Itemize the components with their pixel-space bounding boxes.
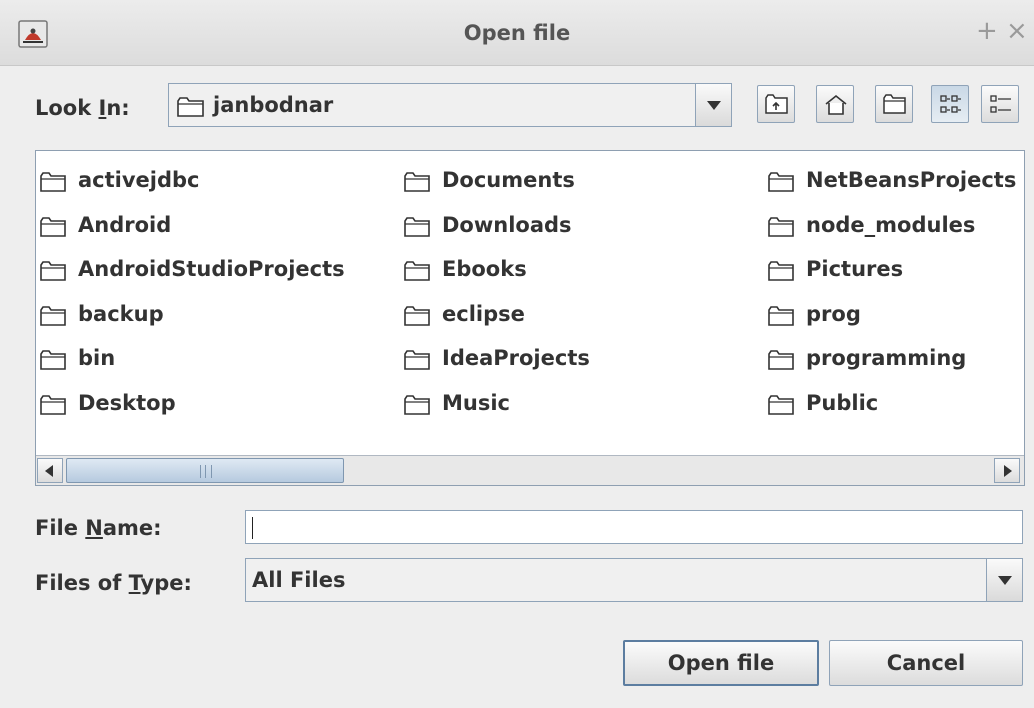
folder-icon — [404, 216, 430, 237]
folder-icon — [404, 305, 430, 326]
file-name: AndroidStudioProjects — [78, 257, 345, 281]
arrow-left-icon — [45, 465, 53, 477]
folder-icon — [768, 172, 794, 192]
file-name-label: File Name: — [35, 516, 162, 540]
scrollbar-thumb[interactable] — [66, 458, 344, 483]
file-name: programming — [806, 346, 967, 370]
cancel-button[interactable]: Cancel — [829, 640, 1023, 686]
file-name: Ebooks — [442, 257, 527, 281]
folder-icon — [177, 97, 204, 117]
arrow-right-icon — [1004, 465, 1012, 477]
folder-icon — [40, 216, 66, 237]
file-name: node_modules — [806, 212, 976, 237]
folder-icon — [40, 305, 66, 326]
folder-icon — [404, 350, 430, 370]
file-name: backup — [78, 301, 164, 326]
file-name: Public — [806, 390, 879, 415]
list-view-button[interactable] — [931, 85, 969, 123]
chevron-down-icon[interactable] — [986, 559, 1022, 601]
open-file-button[interactable]: Open file — [623, 640, 819, 686]
details-view-icon — [990, 95, 1011, 113]
list-view-icon — [940, 95, 961, 113]
file-name-input[interactable] — [245, 510, 1023, 544]
folder-icon — [768, 216, 794, 237]
look-in-label: Look In: — [35, 96, 130, 120]
title-bar: Open file + × — [0, 0, 1034, 66]
grip-icon — [200, 465, 212, 478]
folder-icon — [404, 172, 430, 192]
file-name: Pictures — [806, 257, 904, 281]
folder-icon — [404, 394, 430, 415]
new-folder-button[interactable] — [875, 85, 913, 123]
folder-icon — [40, 261, 66, 281]
file-name: Documents — [442, 168, 575, 192]
files-of-type-value: All Files — [252, 568, 346, 592]
file-list[interactable]: activejdbc Android AndroidStudioProjects ba… — [35, 150, 1025, 486]
files-of-type-label: Files of Type: — [35, 571, 192, 595]
look-in-value: janbodnar — [213, 93, 334, 117]
up-one-level-button[interactable] — [757, 85, 795, 123]
look-in-combo[interactable]: janbodnar — [168, 83, 732, 127]
file-name: Music — [442, 390, 510, 415]
folder-icon — [768, 394, 794, 415]
folder-icon — [40, 350, 66, 370]
details-view-button[interactable] — [981, 85, 1019, 123]
chevron-down-icon[interactable] — [695, 84, 731, 126]
file-name: bin — [78, 346, 116, 370]
file-name: Android — [78, 212, 172, 237]
scroll-left-button[interactable] — [37, 458, 63, 483]
folder-icon — [40, 172, 66, 192]
up-one-level-icon — [765, 94, 788, 114]
folder-icon — [768, 350, 794, 370]
file-name: IdeaProjects — [442, 346, 590, 370]
file-name: Downloads — [442, 212, 572, 237]
file-name: prog — [806, 301, 861, 326]
maximize-button[interactable]: + — [976, 16, 998, 46]
files-of-type-combo[interactable]: All Files — [245, 558, 1023, 602]
close-button[interactable]: × — [1006, 16, 1028, 46]
text-caret — [252, 517, 253, 539]
window-title: Open file — [463, 21, 571, 45]
new-folder-icon — [883, 94, 906, 114]
home-button[interactable] — [816, 85, 854, 123]
scroll-right-button[interactable] — [994, 458, 1020, 483]
folder-icon — [40, 394, 66, 415]
file-name: Desktop — [78, 390, 176, 415]
file-name: activejdbc — [78, 168, 200, 192]
file-name: eclipse — [442, 301, 525, 326]
file-name: NetBeansProjects — [806, 168, 1017, 192]
folder-icon — [768, 305, 794, 326]
folder-icon — [404, 261, 430, 281]
folder-icon — [768, 261, 794, 281]
home-icon — [825, 94, 847, 115]
horizontal-scrollbar[interactable] — [36, 455, 1024, 485]
